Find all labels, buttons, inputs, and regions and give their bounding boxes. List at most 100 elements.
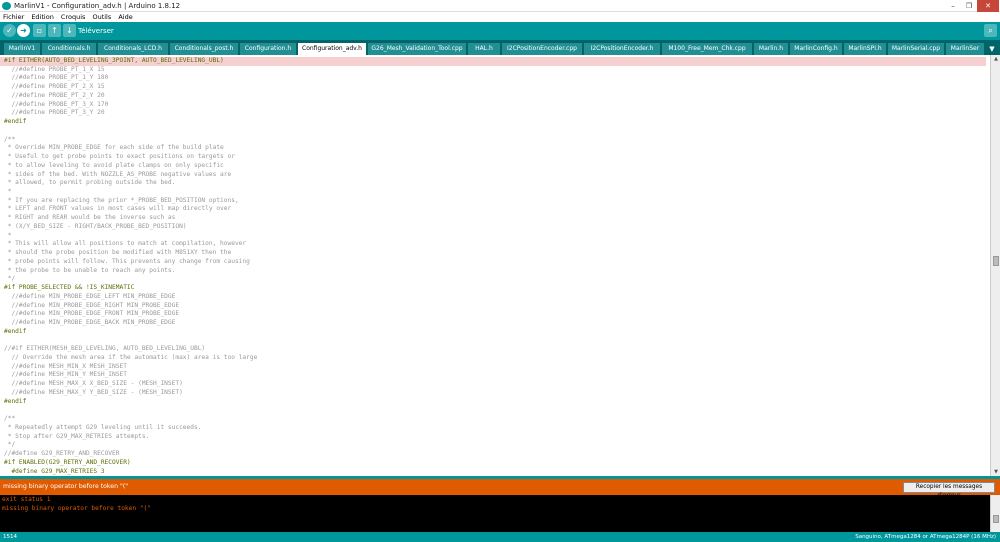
code-line: /** — [4, 135, 16, 143]
tab-i2cpositionencoder-cpp[interactable]: I2CPositionEncoder.cpp — [502, 43, 582, 55]
console-output[interactable]: exit status 1 missing binary operator be… — [0, 495, 990, 532]
line-number: 1514 — [3, 534, 17, 540]
tab-conditionals-h[interactable]: Conditionals.h — [42, 43, 96, 55]
tab-marlin-h[interactable]: Marlin.h — [754, 43, 788, 55]
menu-outils[interactable]: Outils — [92, 12, 111, 22]
code-line: //#define PROBE_PT_3_Y 20 — [4, 109, 105, 117]
title-bar: MarlinV1 - Configuration_adv.h | Arduino… — [0, 0, 1000, 12]
code-line: //#if EITHER(MESH_BED_LEVELING, AUTO_BED… — [4, 345, 206, 353]
code-line: #endif — [4, 118, 27, 126]
minimize-button[interactable]: – — [945, 0, 961, 12]
tab-marlinv1[interactable]: MarlinV1 — [4, 43, 40, 55]
tab-marlinserial-cpp[interactable]: MarlinSerial.cpp — [888, 43, 944, 55]
editor-scrollbar[interactable]: ▲ ▼ — [990, 55, 1000, 476]
code-line: //#define MESH_MAX_Y Y_BED_SIZE - (MESH_… — [4, 388, 183, 396]
code-line: * to allow leveling to avoid plate clamp… — [4, 161, 224, 169]
code-line: //#define MESH_MIN_Y MESH_INSET — [4, 371, 127, 379]
code-line: * Repeatedly attempt G29 leveling until … — [4, 423, 202, 431]
code-line: * If you are replacing the prior *_PROBE… — [4, 196, 239, 204]
code-line: */ — [4, 275, 16, 283]
menu-edition[interactable]: Edition — [31, 12, 54, 22]
menu-aide[interactable]: Aide — [118, 12, 132, 22]
code-editor[interactable]: #if EITHER(AUTO_BED_LEVELING_3POINT, AUT… — [0, 55, 990, 476]
tab-hal-h[interactable]: HAL.h — [468, 43, 500, 55]
arrow-right-icon: ➜ — [20, 26, 27, 35]
menu-fichier[interactable]: Fichier — [3, 12, 24, 22]
verify-button[interactable]: ✓ — [3, 24, 16, 37]
error-bar: missing binary operator before token "("… — [0, 479, 1000, 499]
code-line: /** — [4, 415, 16, 423]
code-line: //#define PROBE_PT_3_X 170 — [4, 100, 109, 108]
scroll-down-icon[interactable]: ▼ — [991, 468, 1000, 476]
code-line: * Stop after G29_MAX_RETRIES attempts. — [4, 432, 150, 440]
code-line: * Override MIN_PROBE_EDGE for each side … — [4, 144, 224, 152]
code-line: * probe points will follow. This prevent… — [4, 257, 250, 265]
code-line: * RIGHT and REAR would be the inverse su… — [4, 214, 176, 222]
code-text: #if EITHER(AUTO_BED_LEVELING_3POINT, AUT… — [0, 57, 986, 476]
save-icon: ↓ — [66, 26, 73, 35]
new-sketch-button[interactable]: ▫ — [33, 24, 46, 37]
tab-menu-icon[interactable]: ▼ — [986, 43, 998, 55]
scroll-up-icon[interactable]: ▲ — [991, 55, 1000, 63]
code-line: * should the probe position be modified … — [4, 249, 232, 257]
open-sketch-button[interactable]: ↑ — [48, 24, 61, 37]
toolbar-hover-label: Téléverser — [78, 27, 114, 35]
tab-configuration-h[interactable]: Configuration.h — [240, 43, 296, 55]
open-icon: ↑ — [51, 26, 58, 35]
code-line: #endif — [4, 327, 27, 335]
magnifier-icon: ⌕ — [988, 26, 993, 35]
close-button[interactable]: ✕ — [977, 0, 999, 12]
code-line: * the probe to be unable to reach any po… — [4, 266, 176, 274]
code-line: */ — [4, 441, 16, 449]
toolbar: ✓ ➜ ▫ ↑ ↓ Téléverser ⌕ — [0, 22, 1000, 40]
code-line: //#define MIN_PROBE_EDGE_FRONT MIN_PROBE… — [4, 310, 180, 318]
tab-marlinconfig-h[interactable]: MarlinConfig.h — [790, 43, 842, 55]
console-scrollbar[interactable] — [990, 495, 1000, 532]
code-line: * sides of the bed. With NOZZLE_AS_PROBE… — [4, 170, 232, 178]
console-line: missing binary operator before token "(" — [2, 504, 152, 512]
tab-g26-mesh-validation-tool[interactable]: G26_Mesh_Validation_Tool.cpp — [368, 43, 466, 55]
arduino-app-icon — [2, 2, 11, 10]
board-info: Sanguino, ATmega1284 or ATmega1284P (16 … — [855, 534, 996, 540]
code-line: //#define MESH_MIN_X MESH_INSET — [4, 362, 127, 370]
code-line: // Override the mesh area if the automat… — [4, 353, 258, 361]
tab-m100-free-mem-chk[interactable]: M100_Free_Mem_Chk.cpp — [662, 43, 752, 55]
upload-button[interactable]: ➜ — [17, 24, 30, 37]
code-line: * — [4, 231, 12, 239]
new-file-icon: ▫ — [36, 26, 43, 35]
code-line: //#define PROBE_PT_1_X 15 — [4, 65, 105, 73]
check-icon: ✓ — [6, 26, 13, 35]
save-sketch-button[interactable]: ↓ — [63, 24, 76, 37]
code-line: //#define MIN_PROBE_EDGE_LEFT MIN_PROBE_… — [4, 292, 176, 300]
code-line: #define G29_MAX_RETRIES 3 — [4, 467, 105, 475]
tab-conditionals-post-h[interactable]: Conditionals_post.h — [170, 43, 238, 55]
code-line: * This will allow all positions to match… — [4, 240, 247, 248]
tab-conditionals-lcd-h[interactable]: Conditionals_LCD.h — [98, 43, 168, 55]
code-line: //#define PROBE_PT_1_Y 180 — [4, 74, 109, 82]
code-line: //#define MIN_PROBE_EDGE_RIGHT MIN_PROBE… — [4, 301, 180, 309]
arduino-ide-window: MarlinV1 - Configuration_adv.h | Arduino… — [0, 0, 1000, 542]
code-line: * — [4, 188, 12, 196]
console-scrollbar-thumb[interactable] — [993, 515, 999, 523]
window-title: MarlinV1 - Configuration_adv.h | Arduino… — [14, 2, 181, 10]
maximize-button[interactable]: ❐ — [961, 0, 977, 12]
copy-error-messages-button[interactable]: Recopier les messages d'erreur — [903, 482, 995, 499]
menu-croquis[interactable]: Croquis — [61, 12, 85, 22]
code-line: * LEFT and FRONT values in most cases wi… — [4, 205, 232, 213]
editor-scrollbar-thumb[interactable] — [993, 256, 999, 266]
tab-marlinspi-h[interactable]: MarlinSPI.h — [844, 43, 886, 55]
tab-marlinser-truncated[interactable]: MarlinSer — [946, 43, 984, 55]
error-message: missing binary operator before token "(" — [3, 483, 129, 490]
code-line: //#define G29_RETRY_AND_RECOVER — [4, 450, 120, 458]
console-line: exit status 1 — [2, 496, 51, 503]
menu-bar: Fichier Edition Croquis Outils Aide — [0, 12, 1000, 22]
code-line: #endif — [4, 397, 27, 405]
tab-bar: MarlinV1 Conditionals.h Conditionals_LCD… — [0, 40, 1000, 55]
tab-i2cpositionencoder-h[interactable]: I2CPositionEncoder.h — [584, 43, 660, 55]
code-line: //#define MESH_MAX_X X_BED_SIZE - (MESH_… — [4, 380, 183, 388]
tab-configuration-adv-h[interactable]: Configuration_adv.h — [298, 43, 366, 55]
serial-monitor-button[interactable]: ⌕ — [984, 24, 997, 37]
